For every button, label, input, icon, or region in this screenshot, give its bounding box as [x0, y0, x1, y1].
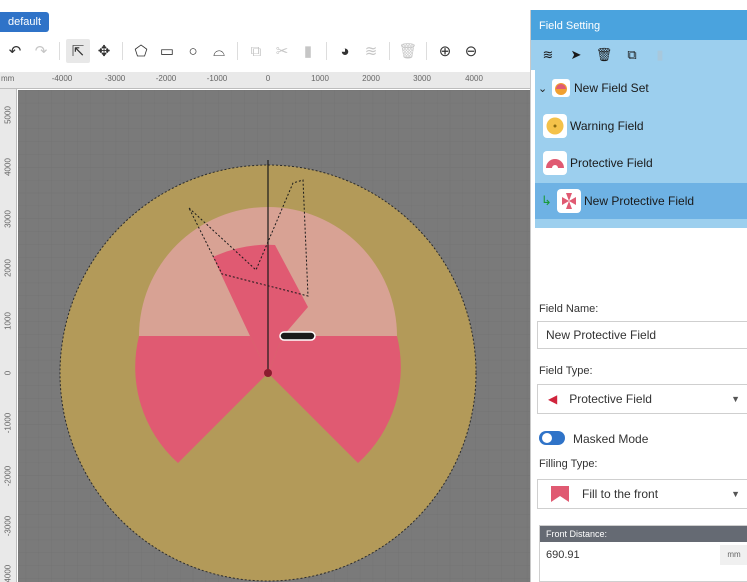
child-arrow-icon: ↳ [541, 193, 552, 208]
masked-mode-label: Masked Mode [573, 432, 649, 446]
panel-toolbar: ≋ ➤ 🗑 ⧉ ▮ [531, 40, 747, 70]
protective-field-icon: ◀ [548, 392, 558, 406]
ruler-tick-label: -4000 [3, 564, 13, 582]
tree-group-new-field-set[interactable]: ⌄ New Field Set [535, 70, 747, 106]
contour-icon[interactable]: ◕ [333, 39, 357, 63]
new-protective-field-icon [557, 189, 581, 213]
polygon-icon[interactable]: ⬠ [129, 39, 153, 63]
ruler-tick-label: 0 [265, 74, 271, 83]
tree-item-label: Warning Field [570, 119, 644, 133]
ruler-tick-label: -4000 [51, 74, 73, 83]
tree-item-new-protective-field[interactable]: ↳ New Protective Field [535, 183, 747, 219]
tree-item-label: New Protective Field [584, 194, 695, 208]
field-type-label: Field Type: [539, 365, 593, 377]
field-name-input[interactable]: New Protective Field [537, 321, 747, 349]
front-distance-value: 690.91 [546, 549, 580, 561]
ruler-tick-label: 4000 [465, 74, 483, 83]
warning-field-icon [543, 114, 567, 138]
protective-field-icon [543, 151, 567, 175]
cut-icon[interactable]: ✂ [270, 39, 294, 63]
redo-icon[interactable]: ↷ [29, 39, 53, 63]
rectangle-icon[interactable]: ▭ [155, 39, 179, 63]
tree-item-label: New Field Set [574, 81, 649, 95]
field-set-icon [552, 79, 570, 97]
layers-icon[interactable]: ≋ [359, 39, 383, 63]
field-editor-window: default ↶ ↷ ⇱ ✥ ⬠ ▭ ○ ⌓ ⧉ ✂ ▮ ◕ ≋ 🗑 ⊕ ⊖ … [0, 0, 747, 582]
field-setting-panel: Field Setting ≋ ➤ 🗑 ⧉ ▮ ⌄ New Field Set … [530, 10, 747, 582]
origin-point[interactable] [264, 369, 272, 377]
copy-icon[interactable]: ⧉ [244, 39, 268, 63]
select-icon[interactable]: ⇱ [66, 39, 90, 63]
field-drawing[interactable] [18, 90, 530, 582]
front-distance-label: Front Distance: [540, 526, 747, 542]
ruler-tick-label: 2000 [362, 74, 380, 83]
ruler-tick-label: -2000 [155, 74, 177, 83]
field-canvas[interactable] [18, 90, 530, 582]
ruler-tick-label: 3000 [413, 74, 431, 83]
field-name-label: Field Name: [539, 303, 599, 315]
filling-type-value: Fill to the front [582, 487, 659, 501]
ruler-tick-label: -3000 [104, 74, 126, 83]
field-type-select[interactable]: ◀ Protective Field ▼ [537, 384, 747, 414]
ruler-vertical: 5000 4000 3000 2000 1000 0 -1000 -2000 -… [0, 89, 17, 582]
undo-icon[interactable]: ↶ [3, 39, 27, 63]
front-distance-handle[interactable] [279, 331, 316, 341]
paste-icon[interactable]: ▮ [296, 39, 320, 63]
ruler-tick-label: 0 [3, 370, 13, 376]
filling-type-label: Filling Type: [539, 458, 598, 470]
tree-item-warning-field[interactable]: Warning Field [535, 108, 747, 144]
masked-mode-toggle[interactable] [539, 431, 565, 445]
toolbar-divider [237, 42, 238, 60]
ruler-tick-label: 5000 [3, 106, 13, 124]
circle-icon[interactable]: ○ [181, 39, 205, 63]
ruler-tick-label: -1000 [206, 74, 228, 83]
ruler-tick-label: 1000 [3, 312, 13, 330]
ruler-tick-label: -3000 [3, 515, 13, 537]
tree-item-label: Protective Field [570, 156, 653, 170]
ruler-unit: mm [1, 74, 15, 83]
paste-icon[interactable]: ▮ [649, 44, 671, 66]
chevron-down-icon: ▼ [731, 394, 740, 404]
delete-icon[interactable]: 🗑 [396, 39, 420, 63]
ruler-horizontal: mm -4000 -3000 -2000 -1000 0 1000 2000 3… [0, 72, 530, 89]
freeform-icon[interactable]: ⌓ [207, 39, 231, 63]
toolbar-divider [59, 42, 60, 60]
filling-type-select[interactable]: Fill to the front ▼ [537, 479, 747, 509]
fill-front-icon [550, 485, 570, 503]
chevron-down-icon: ▼ [731, 489, 740, 499]
toolbar-divider [122, 42, 123, 60]
copy-icon[interactable]: ⧉ [621, 44, 643, 66]
field-tree: ⌄ New Field Set Warning Field Protective… [535, 70, 747, 228]
tree-item-protective-field[interactable]: Protective Field [535, 145, 747, 181]
panel-title: Field Setting [531, 10, 747, 40]
front-distance-input[interactable]: 690.91 mm [540, 542, 747, 568]
ruler-tick-label: 2000 [3, 259, 13, 277]
ruler-tick-label: 1000 [311, 74, 329, 83]
ruler-tick-label: -1000 [3, 412, 13, 434]
layers-icon[interactable]: ≋ [537, 44, 559, 66]
ruler-tick-label: -2000 [3, 465, 13, 487]
editor-toolbar: ↶ ↷ ⇱ ✥ ⬠ ▭ ○ ⌓ ⧉ ✂ ▮ ◕ ≋ 🗑 ⊕ ⊖ [0, 36, 530, 66]
move-icon[interactable]: ✥ [92, 39, 116, 63]
toolbar-divider [426, 42, 427, 60]
toolbar-divider [326, 42, 327, 60]
ruler-tick-label: 3000 [3, 210, 13, 228]
tab-default[interactable]: default [0, 12, 50, 32]
chevron-down-icon[interactable]: ⌄ [538, 82, 552, 95]
zoom-out-icon[interactable]: ⊖ [459, 39, 483, 63]
toolbar-divider [389, 42, 390, 60]
field-type-value: Protective Field [569, 392, 652, 406]
front-distance-group: Front Distance: 690.91 mm [539, 525, 747, 582]
front-distance-unit: mm [720, 545, 747, 565]
zoom-in-icon[interactable]: ⊕ [433, 39, 457, 63]
toggle-knob [542, 433, 552, 443]
ruler-tick-label: 4000 [3, 158, 13, 176]
pin-icon[interactable]: ➤ [565, 44, 587, 66]
trash-icon[interactable]: 🗑 [593, 44, 615, 66]
